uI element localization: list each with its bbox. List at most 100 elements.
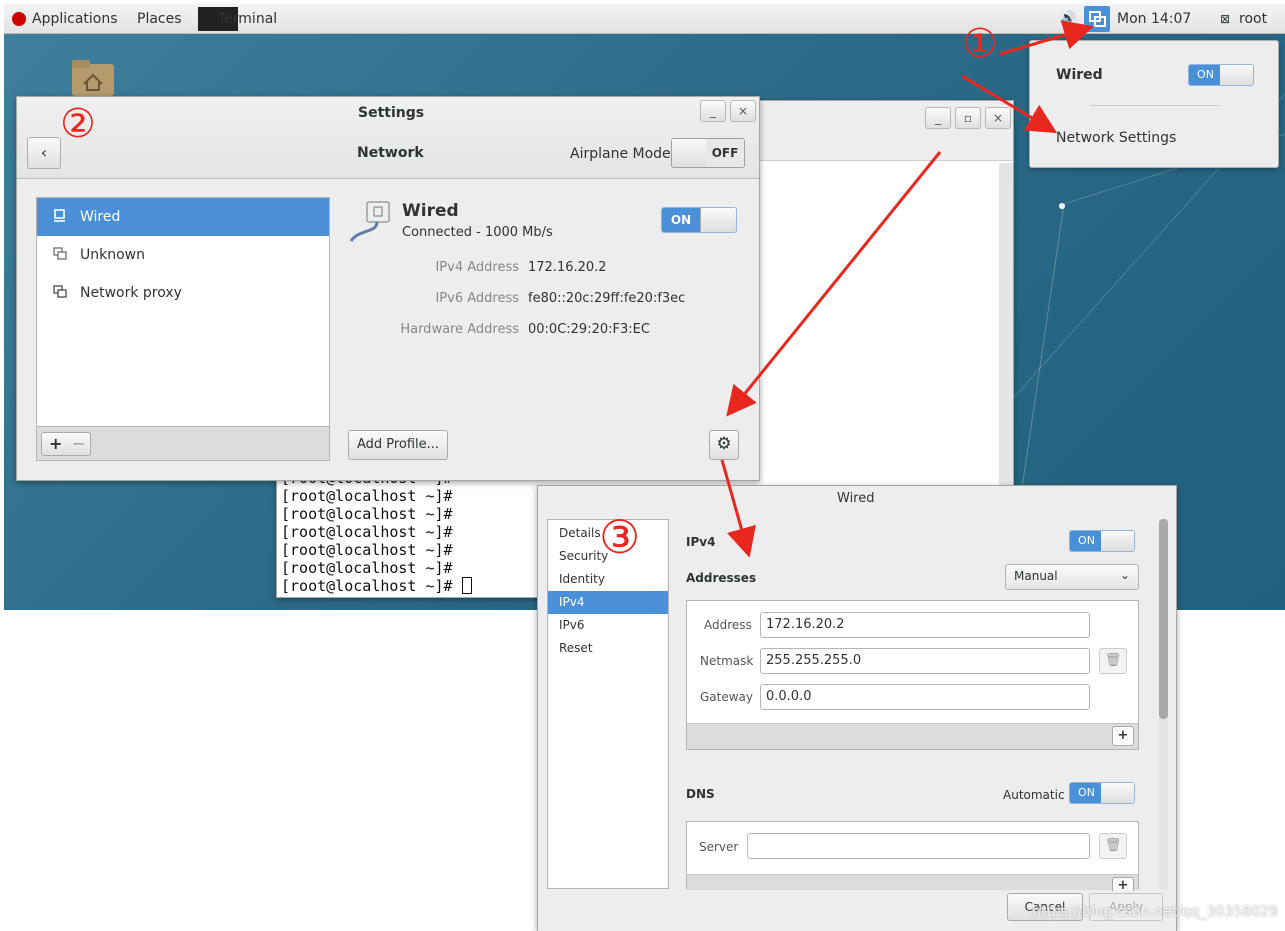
places-menu[interactable]: Places [137, 11, 182, 27]
add-connection-button[interactable]: + [49, 434, 62, 453]
dns-heading: DNS [686, 787, 715, 801]
add-address-button[interactable]: + [1112, 726, 1134, 746]
hardware-address-value: 00:0C:29:20:F3:EC [528, 322, 650, 337]
sidebar-item-label: Wired [80, 209, 121, 225]
volume-icon[interactable]: 🔊 [1060, 11, 1076, 26]
user-menu[interactable]: root [1239, 11, 1267, 27]
settings-title: Settings [358, 105, 425, 121]
dialog-scrollbar[interactable] [1159, 519, 1168, 889]
device-name: Wired [402, 201, 459, 221]
dns-automatic-label: Automatic [1003, 788, 1065, 802]
scrollbar-thumb[interactable] [1159, 519, 1168, 719]
gateway-label: Gateway [700, 690, 754, 704]
maximize-button[interactable]: ▫ [955, 107, 981, 129]
add-server-button[interactable]: + [1112, 877, 1134, 891]
dns-automatic-switch[interactable]: ON [1069, 782, 1135, 804]
tab-ipv6[interactable]: IPv6 [548, 614, 668, 637]
switch-knob [672, 139, 709, 167]
method-dropdown[interactable]: Manual ⌄ [1005, 564, 1139, 590]
user-icon: ⊠ [1220, 12, 1231, 26]
list-toolbar: + − [36, 427, 330, 461]
terminal-line: [root@localhost ~]# [281, 577, 472, 595]
switch-off-label: OFF [706, 139, 744, 167]
popup-divider [1090, 105, 1220, 106]
tab-ipv4[interactable]: IPv4 [548, 591, 668, 614]
trash-icon: 🗑 [1104, 653, 1122, 668]
terminal-output[interactable]: [root@localhost ~]# [root@localhost ~]# … [281, 469, 472, 595]
switch-on-label: ON [1189, 65, 1222, 85]
switch-on-label: ON [1070, 783, 1103, 803]
annotation-2: ② [60, 101, 96, 147]
method-value: Manual [1014, 569, 1058, 583]
switch-knob [700, 208, 736, 232]
sidebar-item-wired[interactable]: Wired [37, 198, 329, 236]
minimize-button[interactable]: _ [925, 107, 951, 129]
trash-icon: 🗑 [1104, 838, 1122, 853]
terminal-task[interactable]: Terminal [218, 11, 277, 27]
add-profile-button[interactable]: Add Profile... [348, 430, 448, 460]
dns-server-input[interactable] [747, 833, 1090, 859]
home-folder-icon[interactable] [70, 58, 116, 98]
switch-knob [1220, 65, 1253, 85]
settings-window: Settings _ × ‹ Network Airplane Mode OFF… [16, 96, 760, 481]
sidebar-item-label: Unknown [80, 247, 145, 263]
address-toolbar: + [687, 723, 1138, 749]
network-popup-menu: Wired ON Network Settings [1029, 40, 1279, 168]
delete-address-button[interactable]: 🗑 [1099, 648, 1127, 674]
tab-identity[interactable]: Identity [548, 568, 668, 591]
minimize-button[interactable]: _ [700, 100, 726, 122]
gear-icon: ⚙ [716, 434, 732, 454]
airplane-mode-label: Airplane Mode [570, 146, 671, 162]
gear-settings-button[interactable]: ⚙ [709, 430, 739, 460]
delete-server-button[interactable]: 🗑 [1099, 833, 1127, 859]
hardware-address-label: Hardware Address [400, 322, 519, 337]
sidebar-item-label: Network proxy [80, 285, 182, 301]
remove-connection-button[interactable]: − [72, 434, 85, 453]
ipv4-heading: IPv4 [686, 535, 716, 549]
close-button[interactable]: × [730, 100, 756, 122]
network-settings-item[interactable]: Network Settings [1056, 130, 1176, 146]
netmask-input[interactable]: 255.255.255.0 [760, 648, 1090, 674]
server-label: Server [699, 840, 739, 854]
ipv4-address-label: IPv4 Address [435, 260, 519, 275]
terminal-line: [root@localhost ~]# [281, 505, 453, 523]
wired-icon [54, 209, 65, 222]
applications-menu[interactable]: Applications [32, 11, 118, 27]
terminal-line: [root@localhost ~]# [281, 559, 453, 577]
close-button[interactable]: × [985, 107, 1011, 129]
address-box: Address 172.16.20.2 Netmask 255.255.255.… [686, 600, 1139, 750]
dns-toolbar: + [687, 874, 1138, 891]
switch-on-label: ON [1070, 531, 1103, 551]
watermark: https://blog.csdn.net/qq_30358029 [1032, 904, 1278, 920]
sidebar-item-network-proxy[interactable]: Network proxy [37, 274, 329, 312]
back-arrow-icon: ‹ [40, 143, 48, 162]
vpn-icon [53, 247, 67, 260]
chevron-down-icon: ⌄ [1119, 568, 1130, 582]
tab-reset[interactable]: Reset [548, 637, 668, 660]
wired-dialog-title: Wired [837, 491, 875, 506]
address-label: Address [704, 618, 752, 632]
address-input[interactable]: 172.16.20.2 [760, 612, 1090, 638]
sidebar-item-unknown[interactable]: Unknown [37, 236, 329, 274]
clock[interactable]: Mon 14:07 [1117, 11, 1191, 27]
back-button[interactable]: ‹ [27, 137, 61, 169]
network-device-list: Wired Unknown Network proxy [36, 197, 330, 427]
network-status-icon[interactable] [1084, 6, 1110, 32]
list-add-remove-group: + − [41, 432, 91, 456]
annotation-3: ③ [599, 510, 641, 564]
terminal-cursor [461, 577, 472, 594]
netmask-label: Netmask [700, 654, 754, 668]
annotation-1: ① [962, 21, 998, 67]
switch-on-label: ON [662, 208, 700, 232]
airplane-mode-switch[interactable]: OFF [671, 138, 745, 168]
popup-wired-switch[interactable]: ON [1188, 64, 1254, 86]
ipv6-address-value: fe80::20c:29ff:fe20:f3ec [528, 291, 686, 306]
dns-box: Server 🗑 + [686, 821, 1139, 891]
terminal-line: [root@localhost ~]# [281, 523, 453, 541]
ipv4-switch[interactable]: ON [1069, 530, 1135, 552]
device-status: Connected - 1000 Mb/s [402, 225, 553, 240]
gateway-input[interactable]: 0.0.0.0 [760, 684, 1090, 710]
ethernet-cable-icon [349, 201, 390, 242]
wired-device-switch[interactable]: ON [661, 207, 737, 233]
terminal-line: [root@localhost ~]# [281, 541, 453, 559]
